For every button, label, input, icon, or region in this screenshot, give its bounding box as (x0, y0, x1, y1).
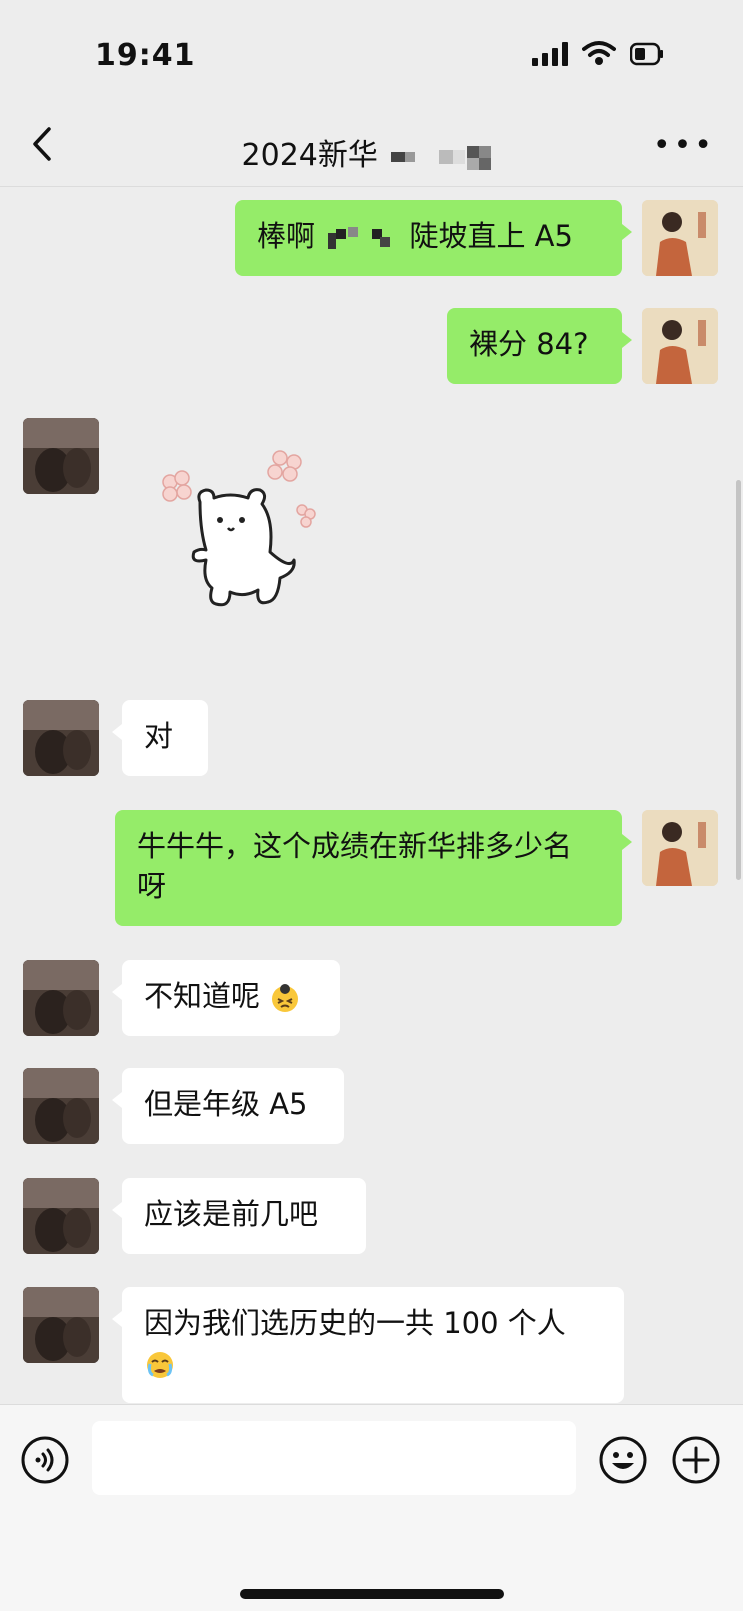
avatar-photo (23, 960, 99, 1036)
message-bubble-received[interactable]: 不知道呢 (112, 960, 340, 1036)
message-text: 牛牛牛，这个成绩在新华排多少名呀 (137, 829, 573, 903)
message-input[interactable] (92, 1421, 576, 1495)
avatar-other[interactable] (23, 418, 99, 494)
status-time: 19:41 (95, 38, 196, 73)
portrait-illustration (642, 810, 718, 886)
avatar-photo (23, 418, 99, 494)
avatar-photo (23, 1178, 99, 1254)
message-text: 对 (144, 719, 174, 753)
avatar-other[interactable] (23, 1178, 99, 1254)
avatar-other[interactable] (23, 960, 99, 1036)
chat-title: 2024新华 (0, 130, 743, 174)
embarrassed-face-icon (272, 984, 299, 1012)
avatar-photo (23, 1287, 99, 1363)
avatar-me[interactable] (642, 308, 718, 384)
message-bubble-sent[interactable]: 裸分 84? (447, 308, 632, 384)
message-bubble-sent[interactable]: 棒啊 陡坡直上 A5 (235, 200, 632, 276)
bear-sticker[interactable] (150, 440, 320, 620)
avatar-me[interactable] (642, 200, 718, 276)
message-bubble-received[interactable]: 因为我们选历史的一共 100 个人 (112, 1287, 624, 1403)
avatar-me[interactable] (642, 810, 718, 886)
message-bubble-received[interactable]: 应该是前几吧 (112, 1178, 366, 1254)
message-text-suffix: 陡坡直上 A5 (409, 219, 573, 253)
status-bar: 19:41 (0, 0, 743, 110)
battery-icon (630, 42, 663, 66)
wifi-icon (582, 41, 616, 65)
avatar-other[interactable] (23, 700, 99, 776)
message-text: 因为我们选历史的一共 100 个人 (144, 1306, 566, 1340)
more-icon[interactable]: ••• (653, 131, 715, 161)
chat-header: 2024新华 ••• (0, 110, 743, 187)
home-indicator[interactable] (240, 1589, 504, 1599)
message-text: 棒啊 (257, 219, 316, 253)
smile-icon[interactable] (598, 1435, 648, 1485)
message-text: 但是年级 A5 (144, 1087, 308, 1121)
portrait-illustration (642, 308, 718, 384)
voice-icon[interactable] (20, 1435, 70, 1485)
avatar-photo (23, 1068, 99, 1144)
avatar-other[interactable] (23, 1287, 99, 1363)
message-text: 裸分 84? (469, 327, 589, 361)
message-text: 不知道呢 (144, 979, 261, 1013)
redacted-mosaic (328, 227, 391, 249)
avatar-other[interactable] (23, 1068, 99, 1144)
redacted-mosaic (391, 145, 492, 170)
crying-face-icon (147, 1352, 173, 1378)
message-text: 应该是前几吧 (144, 1197, 319, 1231)
portrait-illustration (642, 200, 718, 276)
plus-icon[interactable] (671, 1435, 721, 1485)
signal-icon (532, 42, 568, 66)
chat-title-text: 2024新华 (241, 138, 378, 173)
avatar-photo (23, 700, 99, 776)
input-bar (0, 1404, 743, 1611)
message-bubble-received[interactable]: 对 (112, 700, 208, 776)
scrollbar[interactable] (736, 480, 741, 880)
message-bubble-received[interactable]: 但是年级 A5 (112, 1068, 344, 1144)
message-bubble-sent[interactable]: 牛牛牛，这个成绩在新华排多少名呀 (115, 810, 632, 926)
